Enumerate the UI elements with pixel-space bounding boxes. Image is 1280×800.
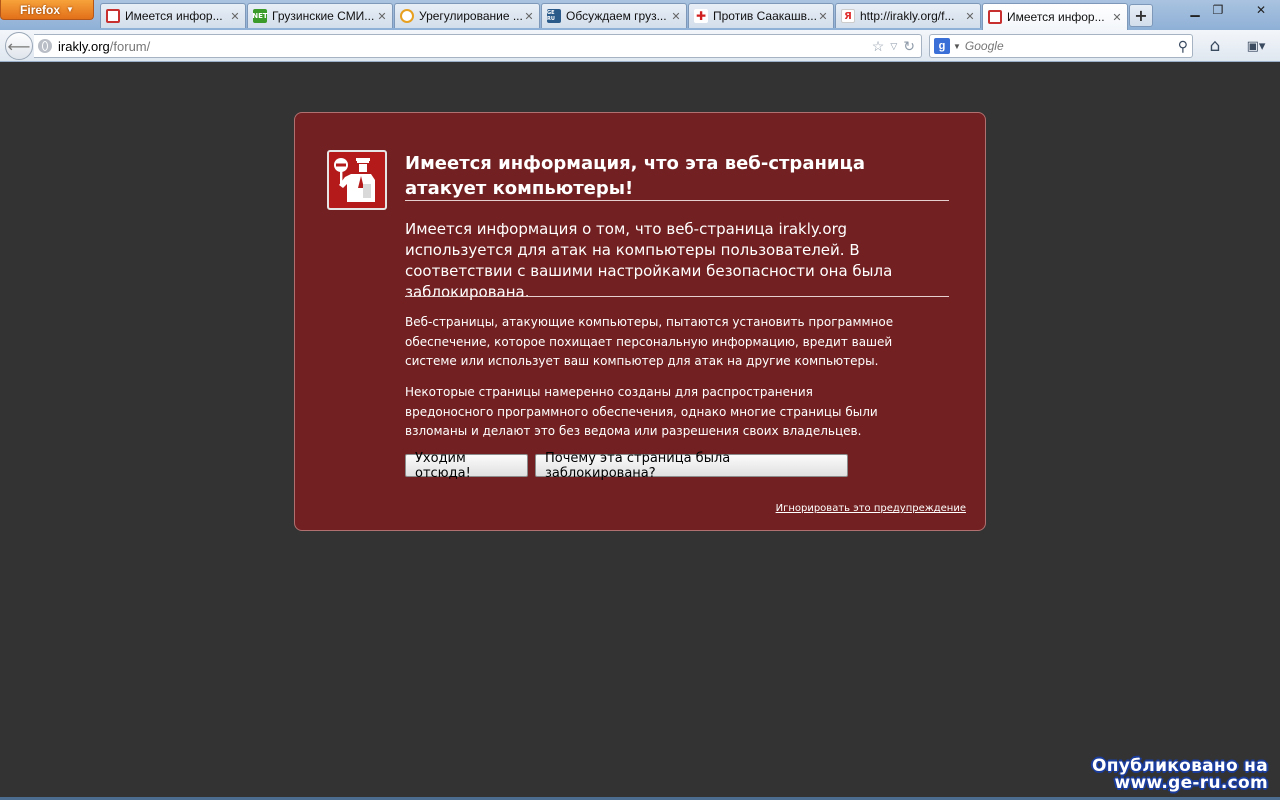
why-blocked-button[interactable]: Почему эта страница была заблокирована? — [535, 451, 848, 481]
tab-6[interactable]: Я http://irakly.org/f... ✕ — [835, 3, 981, 28]
navigation-toolbar: ⟵ irakly.org/forum/ ☆ ▽ ↻ g ▼ Google ⚲ ⌂… — [0, 30, 1280, 62]
title-divider — [405, 200, 949, 201]
url-path: /forum/ — [109, 38, 151, 54]
ignore-warning-link[interactable]: Игнорировать это предупреждение — [776, 503, 966, 514]
firefox-menu-label: Firefox — [20, 2, 61, 17]
close-icon[interactable]: ✕ — [964, 10, 976, 23]
close-icon[interactable]: ✕ — [523, 10, 535, 23]
bookmark-star-icon[interactable]: ☆ — [872, 38, 885, 55]
close-icon[interactable]: ✕ — [817, 10, 829, 23]
error-long-description-1: Веб-страницы, атакующие компьютеры, пыта… — [405, 315, 894, 368]
search-placeholder: Google — [964, 39, 1004, 53]
search-icon[interactable]: ⚲ — [1178, 38, 1188, 55]
tab-title: Обсуждаем груз... — [566, 9, 667, 23]
tab-title: Имеется инфор... — [125, 9, 223, 23]
page-content: Имеется информация, что эта веб-страница… — [0, 62, 1280, 800]
tab-7-active[interactable]: Имеется инфор... ✕ — [982, 3, 1128, 30]
error-long-description-2: Некоторые страницы намеренно созданы для… — [405, 385, 878, 438]
close-icon[interactable]: ✕ — [670, 10, 682, 23]
dropdown-arrow-icon: ▼ — [66, 5, 74, 14]
tab-title: Урегулирование ... — [419, 9, 523, 23]
home-button[interactable]: ⌂ — [1203, 35, 1227, 57]
tab-1[interactable]: Имеется инфор... ✕ — [100, 3, 246, 28]
blocked-site-icon — [106, 9, 120, 23]
back-arrow-icon: ⟵ — [7, 36, 31, 56]
close-icon[interactable]: ✕ — [1111, 11, 1123, 24]
watermark-line-2: www.ge-ru.com — [1114, 773, 1268, 793]
description-divider — [405, 296, 949, 297]
get-me-out-button[interactable]: Уходим отсюда! — [405, 451, 528, 481]
url-bar[interactable]: irakly.org/forum/ ☆ ▽ ↻ — [34, 34, 922, 58]
tab-strip: Firefox ▼ Имеется инфор... ✕ NET Грузинс… — [0, 0, 1280, 30]
site-favicon-icon: GE RU — [547, 9, 561, 23]
firefox-menu-button[interactable]: Firefox ▼ — [0, 0, 94, 20]
tab-5[interactable]: ✚ Против Саакашв... ✕ — [688, 3, 834, 28]
globe-icon — [38, 39, 52, 53]
restore-icon[interactable]: ❐ — [1205, 0, 1231, 20]
tab-2[interactable]: NET Грузинские СМИ... ✕ — [247, 3, 393, 28]
search-bar[interactable]: g ▼ Google ⚲ — [929, 34, 1193, 58]
bookmarks-star-icon: ▣▾ — [1246, 38, 1266, 54]
georgian-flag-icon: ✚ — [694, 9, 708, 23]
police-officer-icon — [327, 150, 387, 210]
tab-title: http://irakly.org/f... — [860, 9, 955, 23]
tab-title: Имеется инфор... — [1007, 10, 1105, 24]
watermark: Опубликовано на www.ge-ru.com — [1092, 758, 1268, 792]
url-bar-actions: ☆ ▽ ↻ — [872, 38, 921, 55]
url-host: irakly.org — [58, 38, 110, 54]
yandex-icon: Я — [841, 9, 855, 23]
bookmarks-menu-button[interactable]: ▣▾ — [1238, 35, 1274, 57]
site-favicon-icon — [400, 9, 414, 23]
tab-3[interactable]: Урегулирование ... ✕ — [394, 3, 540, 28]
close-icon[interactable]: ✕ — [376, 10, 388, 23]
reload-icon[interactable]: ↻ — [903, 38, 915, 55]
malware-warning-panel: Имеется информация, что эта веб-страница… — [294, 112, 986, 531]
blocked-site-icon — [988, 10, 1002, 24]
back-button[interactable]: ⟵ — [5, 32, 33, 60]
new-tab-button[interactable]: + — [1129, 4, 1153, 27]
tab-4[interactable]: GE RU Обсуждаем груз... ✕ — [541, 3, 687, 28]
tab-title: Грузинские СМИ... — [272, 9, 375, 23]
window-close-icon[interactable]: ✕ — [1248, 0, 1274, 20]
error-title: Имеется информация, что эта веб-страница… — [405, 153, 866, 199]
tab-title: Против Саакашв... — [713, 9, 817, 23]
close-icon[interactable]: ✕ — [229, 10, 241, 23]
home-icon: ⌂ — [1209, 36, 1221, 56]
google-icon[interactable]: g — [934, 38, 950, 54]
history-dropdown-icon[interactable]: ▽ — [890, 41, 897, 52]
error-short-description: Имеется информация о том, что веб-страни… — [405, 220, 893, 301]
site-favicon-icon: NET — [252, 9, 268, 23]
search-engine-dropdown-icon[interactable]: ▼ — [953, 42, 961, 51]
